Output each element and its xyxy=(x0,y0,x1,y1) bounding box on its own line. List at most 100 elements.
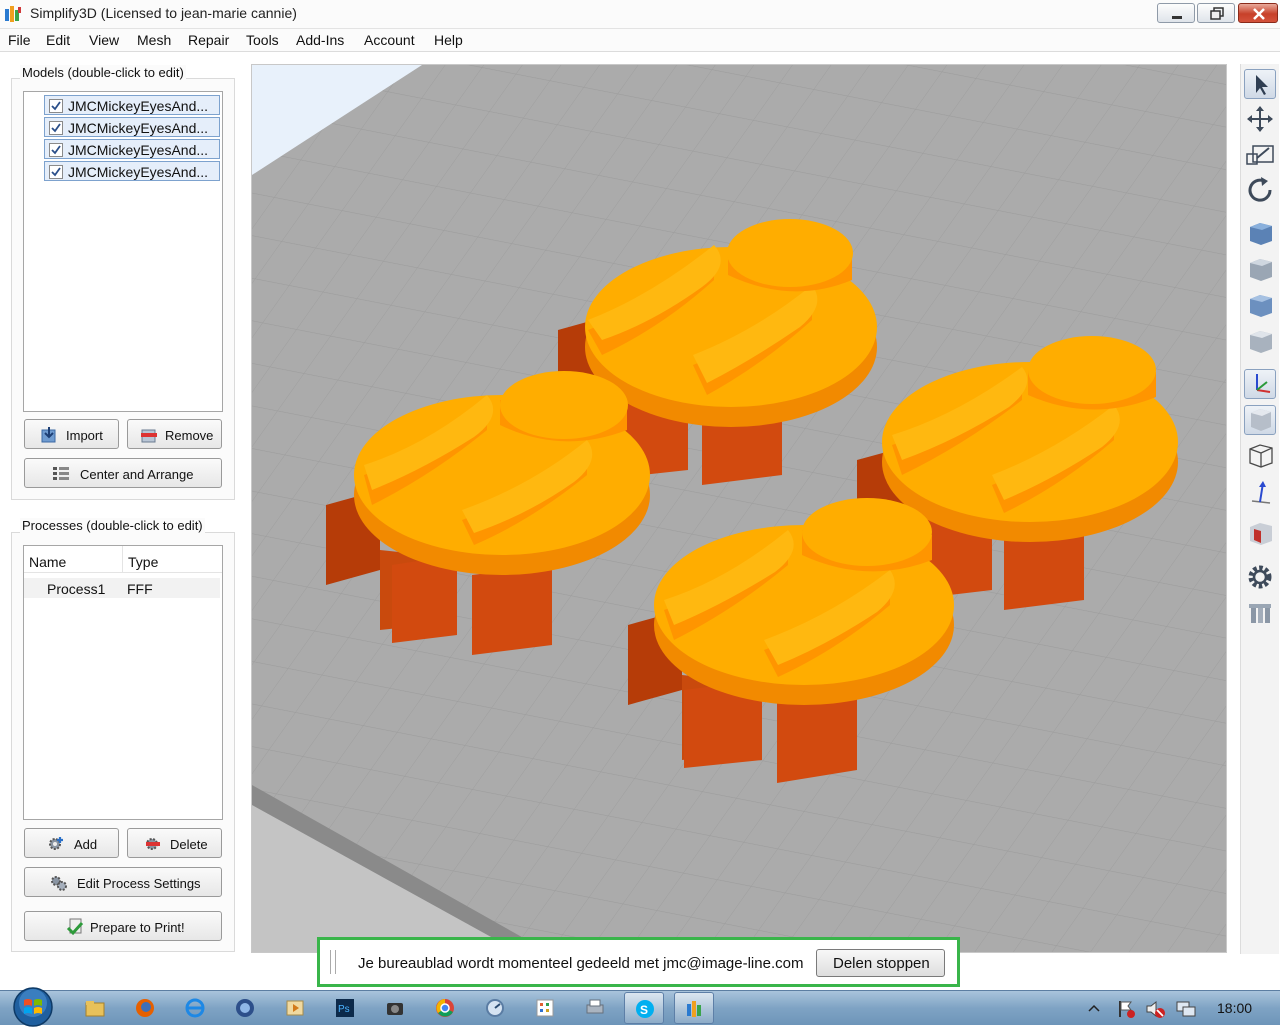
model-checkbox[interactable] xyxy=(49,143,63,157)
cube-front-icon xyxy=(1250,259,1272,281)
taskbar-internet-explorer[interactable] xyxy=(175,992,215,1024)
remove-button[interactable]: Remove xyxy=(127,419,222,449)
select-tool-button[interactable] xyxy=(1244,69,1276,99)
photoshop-icon: Ps xyxy=(336,999,354,1017)
view-toolbar xyxy=(1240,64,1279,954)
axes-icon xyxy=(1256,374,1271,393)
model-item[interactable]: JMCMickeyEyesAnd... xyxy=(44,117,220,137)
taskbar-photoshop[interactable]: Ps xyxy=(325,992,365,1024)
build-plate-scene xyxy=(252,65,1226,952)
show-axes-button[interactable] xyxy=(1244,369,1276,399)
model-item[interactable]: JMCMickeyEyesAnd... xyxy=(44,139,220,159)
column-header-type[interactable]: Type xyxy=(123,546,222,573)
3d-viewport[interactable] xyxy=(251,64,1227,953)
view-front-button[interactable] xyxy=(1244,255,1276,285)
center-arrange-button[interactable]: Center and Arrange xyxy=(24,458,222,488)
menu-view[interactable]: View xyxy=(89,32,119,48)
table-row[interactable]: Process1 FFF xyxy=(24,578,220,598)
volume-muted-icon[interactable] xyxy=(1145,999,1167,1019)
import-button[interactable]: Import xyxy=(24,419,119,449)
model-name: JMCMickeyEyesAnd... xyxy=(68,98,209,114)
taskbar-clock[interactable]: 18:00 xyxy=(1217,1000,1252,1016)
taskbar-firefox[interactable] xyxy=(125,992,165,1024)
drag-handle[interactable] xyxy=(330,950,336,974)
scale-tool-button[interactable] xyxy=(1244,140,1276,170)
view-side-button[interactable] xyxy=(1244,327,1276,357)
stop-sharing-button[interactable]: Delen stoppen xyxy=(816,949,945,977)
model-item[interactable]: JMCMickeyEyesAnd... xyxy=(44,95,220,115)
skype-icon: S xyxy=(636,1000,654,1018)
maximize-button[interactable] xyxy=(1197,3,1235,23)
taskbar-app-dial[interactable] xyxy=(475,992,515,1024)
taskbar-printer[interactable] xyxy=(575,992,615,1024)
column-header-name[interactable]: Name xyxy=(24,546,123,573)
menu-account[interactable]: Account xyxy=(364,32,415,48)
checkmark-icon xyxy=(51,101,61,111)
solid-view-button[interactable] xyxy=(1244,405,1276,435)
share-message: Je bureaublad wordt momenteel gedeeld me… xyxy=(358,955,804,972)
close-button[interactable] xyxy=(1238,3,1278,23)
menu-mesh[interactable]: Mesh xyxy=(137,32,171,48)
settings-button[interactable] xyxy=(1244,562,1276,592)
view-top-button[interactable] xyxy=(1244,291,1276,321)
edit-process-settings-button[interactable]: Edit Process Settings xyxy=(24,867,222,897)
cursor-arrow-icon xyxy=(1256,75,1268,95)
add-process-button[interactable]: Add xyxy=(24,828,119,858)
taskbar-skype[interactable]: S xyxy=(624,992,664,1024)
taskbar-chrome[interactable] xyxy=(425,992,465,1024)
solid-cube-icon xyxy=(1251,409,1271,431)
cross-section-button[interactable] xyxy=(1244,519,1276,549)
delete-label: Delete xyxy=(170,837,208,852)
title-bar: Simplify3D (Licensed to jean-marie canni… xyxy=(0,0,1280,29)
taskbar: Ps S 18:00 xyxy=(0,987,1280,1027)
action-center-flag-icon[interactable] xyxy=(1116,999,1136,1019)
cube-top-icon xyxy=(1250,295,1272,317)
model-item[interactable]: JMCMickeyEyesAnd... xyxy=(44,161,220,181)
taskbar-camera[interactable] xyxy=(375,992,415,1024)
taskbar-explorer[interactable] xyxy=(75,992,115,1024)
cube-iso-icon xyxy=(1250,223,1272,245)
gear-icon xyxy=(1248,565,1272,589)
menu-file[interactable]: File xyxy=(8,32,31,48)
minimize-button[interactable] xyxy=(1157,3,1195,23)
taskbar-app-globe[interactable] xyxy=(225,992,265,1024)
remove-label: Remove xyxy=(165,428,214,443)
model-checkbox[interactable] xyxy=(49,165,63,179)
menu-edit[interactable]: Edit xyxy=(46,32,70,48)
menu-tools[interactable]: Tools xyxy=(246,32,279,48)
supports-button[interactable] xyxy=(1244,598,1276,628)
globe-icon xyxy=(236,999,254,1017)
start-button[interactable] xyxy=(12,987,54,1027)
tray-expand-chevron-icon[interactable] xyxy=(1088,1003,1100,1013)
prepare-to-print-button[interactable]: Prepare to Print! xyxy=(24,911,222,941)
taskbar-simplify3d[interactable] xyxy=(674,992,714,1024)
printer-icon xyxy=(586,999,604,1014)
menu-repair[interactable]: Repair xyxy=(188,32,229,48)
model-checkbox[interactable] xyxy=(49,121,63,135)
prepare-to-print-label: Prepare to Print! xyxy=(90,920,185,935)
model-name: JMCMickeyEyesAnd... xyxy=(68,120,209,136)
restore-icon xyxy=(1210,7,1224,20)
models-label: Models (double-click to edit) xyxy=(20,65,186,80)
menu-add-ins[interactable]: Add-Ins xyxy=(296,32,344,48)
wireframe-view-button[interactable] xyxy=(1244,441,1276,471)
menu-help[interactable]: Help xyxy=(434,32,463,48)
center-arrange-label: Center and Arrange xyxy=(80,467,194,482)
remove-icon xyxy=(141,429,157,443)
delete-process-button[interactable]: Delete xyxy=(127,828,222,858)
models-list[interactable]: JMCMickeyEyesAnd... JMCMickeyEyesAnd... … xyxy=(23,91,223,412)
taskbar-media[interactable] xyxy=(275,992,315,1024)
view-iso-button[interactable] xyxy=(1244,219,1276,249)
model-checkbox[interactable] xyxy=(49,99,63,113)
normals-view-button[interactable] xyxy=(1244,477,1276,507)
move-tool-button[interactable] xyxy=(1244,104,1276,134)
simplify3d-logo-icon xyxy=(5,6,21,22)
processes-table[interactable]: Name Type Process1 FFF xyxy=(23,545,223,820)
taskbar-app-grid[interactable] xyxy=(525,992,565,1024)
minimize-icon xyxy=(1172,16,1182,19)
rotate-tool-button[interactable] xyxy=(1244,176,1276,206)
close-icon xyxy=(1253,8,1265,20)
network-icon[interactable] xyxy=(1175,999,1197,1019)
cube-side-icon xyxy=(1250,331,1272,353)
move-arrows-icon xyxy=(1247,106,1273,132)
